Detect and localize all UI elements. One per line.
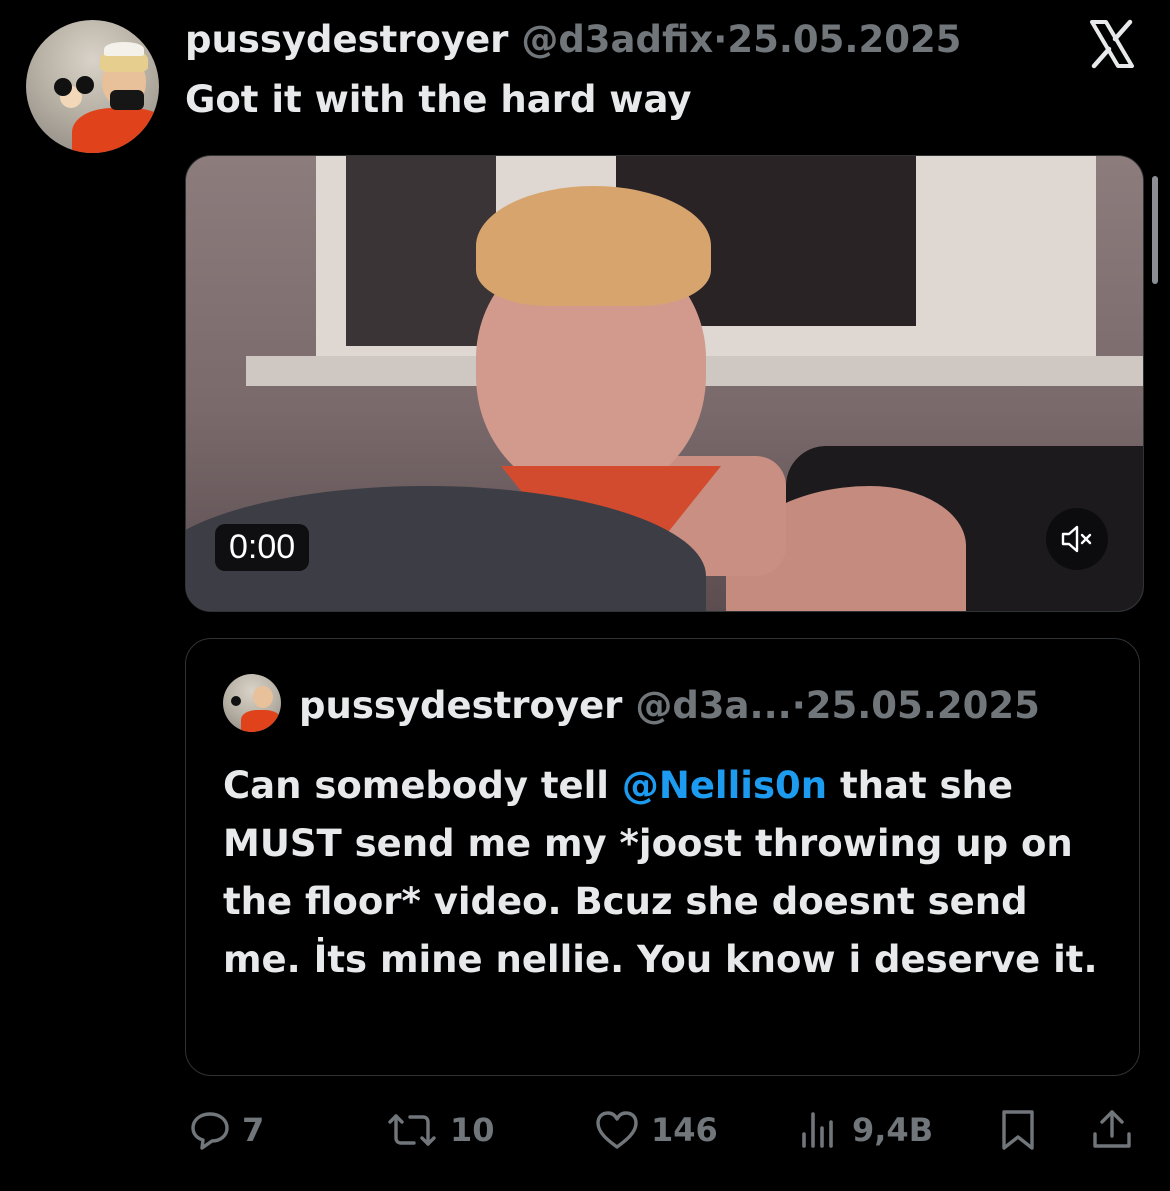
share-button[interactable]	[1090, 1100, 1134, 1160]
author-name[interactable]: pussydestroyer	[185, 18, 508, 61]
reply-button[interactable]: 7	[188, 1100, 264, 1160]
quoted-tweet-text: Can somebody tell @Nellis0n that she MUS…	[223, 757, 1113, 989]
scrollbar[interactable]	[1152, 176, 1158, 284]
views-count: 9,4B	[852, 1111, 934, 1149]
quoted-text-start: Can somebody tell	[223, 764, 622, 807]
action-bar: 7 10 146 9,4B	[0, 1100, 1170, 1160]
tweet-text: Got it with the hard way	[185, 78, 692, 121]
like-button[interactable]: 146	[593, 1100, 718, 1160]
views-button[interactable]: 9,4B	[798, 1100, 933, 1160]
separator-dot: ·	[713, 18, 728, 61]
views-icon	[802, 1112, 833, 1148]
reply-icon	[191, 1112, 229, 1150]
mention-link[interactable]: @Nellis0n	[622, 764, 827, 807]
heart-icon	[596, 1111, 638, 1149]
quoted-author-name[interactable]: pussydestroyer	[299, 684, 622, 727]
bookmark-button[interactable]	[998, 1100, 1038, 1160]
separator-dot: ·	[791, 684, 806, 727]
reply-count: 7	[242, 1111, 265, 1149]
repost-count: 10	[450, 1111, 495, 1149]
author-handle[interactable]: @d3adfix	[521, 18, 713, 61]
share-icon	[1093, 1110, 1131, 1148]
volume-muted-icon	[1061, 525, 1092, 553]
video-player[interactable]: 0:00	[185, 155, 1144, 612]
quoted-tweet-header: pussydestroyer @d3a...·25.05.2025	[299, 684, 1040, 727]
bookmark-icon	[1002, 1110, 1034, 1150]
tweet-header: pussydestroyer @d3adfix·25.05.2025	[185, 18, 961, 61]
mute-button[interactable]	[1046, 508, 1108, 570]
repost-button[interactable]: 10	[384, 1100, 495, 1160]
quoted-author-avatar[interactable]	[223, 674, 281, 732]
tweet-date[interactable]: 25.05.2025	[727, 18, 961, 61]
x-logo-icon	[1086, 18, 1138, 70]
video-timer: 0:00	[215, 524, 310, 571]
like-count: 146	[651, 1111, 718, 1149]
quoted-author-handle[interactable]: @d3a...	[635, 684, 791, 727]
quoted-tweet-date[interactable]: 25.05.2025	[806, 684, 1040, 727]
quoted-tweet[interactable]: pussydestroyer @d3a...·25.05.2025 Can so…	[185, 638, 1140, 1076]
repost-icon	[388, 1114, 436, 1146]
author-avatar[interactable]	[26, 20, 159, 153]
